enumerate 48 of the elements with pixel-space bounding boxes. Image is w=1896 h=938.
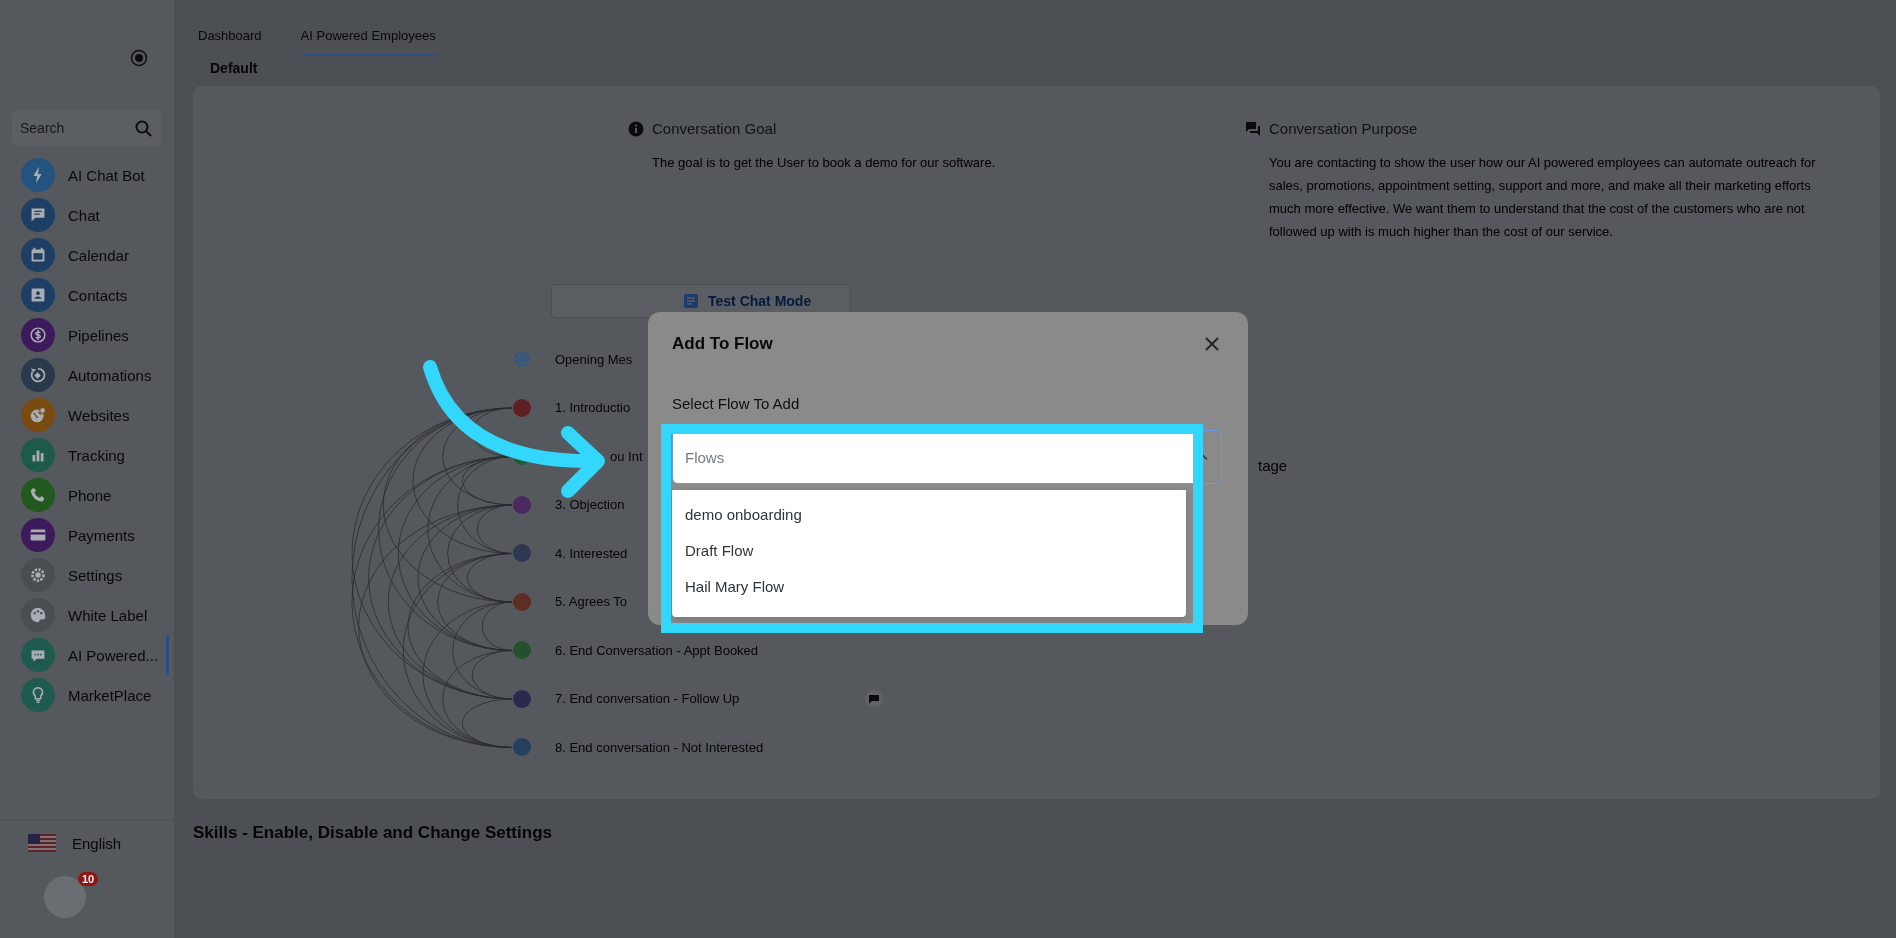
section-title: Conversation Purpose — [1269, 120, 1418, 137]
dialog-title: Add To Flow — [672, 334, 773, 354]
message-icon[interactable] — [865, 689, 883, 708]
section-heading: Skills - Enable, Disable and Change Settings — [193, 822, 553, 843]
sidebar-item[interactable]: Websites — [0, 395, 174, 435]
language-label[interactable]: English — [72, 834, 122, 852]
sidebar-item[interactable]: Calendar — [0, 235, 174, 275]
sidebar-item[interactable]: AI Powered... — [0, 635, 169, 675]
us-flag-icon — [28, 834, 56, 852]
sidebar-item[interactable]: Pipelines — [0, 315, 174, 355]
stage-label[interactable]: 3. Objection — [555, 497, 625, 513]
sidebar-item[interactable]: Tracking — [0, 435, 174, 475]
sidebar-item[interactable]: Automations — [0, 355, 174, 395]
stage-label[interactable]: 6. End Conversation - Appt Booked — [555, 642, 759, 658]
sidebar-item[interactable]: AI Chat Bot — [0, 155, 174, 195]
dropdown-option[interactable]: demo onboarding — [672, 496, 1186, 532]
section-title: Conversation Goal — [652, 120, 777, 137]
tab[interactable]: Dashboard — [198, 0, 262, 56]
section-text: The goal is to get the User to book a demo for our software. — [651, 154, 997, 172]
sidebar-item[interactable]: Contacts — [0, 275, 174, 315]
chat-icon — [682, 292, 700, 310]
radio-icon[interactable] — [130, 49, 148, 67]
tab[interactable]: AI Powered Employees — [300, 0, 436, 56]
sidebar-item[interactable]: MarketPlace — [0, 675, 174, 715]
sidebar-item[interactable]: White Label — [0, 595, 174, 635]
search-field[interactable]: Search — [12, 110, 161, 146]
notification-badge: 10 — [78, 872, 99, 886]
select-field[interactable]: Flows — [672, 430, 1222, 484]
stage-label[interactable]: 4. Interested — [555, 545, 628, 561]
field-label: Select Flow To Add — [672, 395, 801, 412]
sidebar-item[interactable]: Chat — [0, 195, 174, 235]
stage-label[interactable]: ou Int — [610, 448, 643, 464]
dropdown-option[interactable]: Draft Flow — [672, 532, 1186, 568]
stage-label[interactable]: 8. End conversation - Not Interested — [555, 739, 764, 755]
subtab[interactable]: Default — [210, 60, 258, 76]
dropdown-option[interactable]: Hail Mary Flow — [672, 568, 1186, 604]
sidebar-item[interactable]: Phone — [0, 475, 174, 515]
stage-label[interactable]: 1. Introductio — [555, 400, 631, 416]
stage-label[interactable]: 5. Agrees To — [555, 594, 628, 610]
stage-label[interactable]: 7. End conversation - Follow Up — [555, 691, 740, 707]
stage-label[interactable]: Opening Mes — [555, 351, 633, 367]
info-icon — [628, 120, 644, 137]
close-icon — [1204, 336, 1220, 352]
section-text: You are contacting to show the user how our AI powered employees can automate outreach for sales, promotions, appointment setting, support and more, and make all their marketing efforts much more effective. We want them to understand that the cost of the customers who are not followed up with is much higher than the cost of our service. — [1268, 154, 1817, 241]
sidebar-item[interactable]: Payments — [0, 515, 174, 555]
sidebar-item[interactable]: Settings — [0, 555, 174, 595]
chat-bubbles-icon — [1245, 120, 1261, 137]
partial-label: tage — [1258, 457, 1288, 474]
